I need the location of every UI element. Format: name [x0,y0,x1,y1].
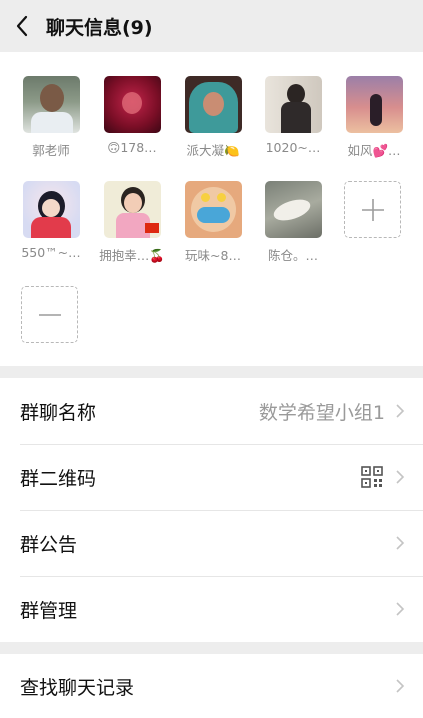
chevron-right-icon [396,470,405,484]
group-management-row[interactable]: 群管理 [0,576,423,642]
chevron-right-icon [396,404,405,418]
member-name: 玩味~8… [185,248,241,263]
back-button[interactable] [0,0,44,52]
avatar [22,76,80,133]
row-label: 群聊名称 [20,401,97,424]
row-label: 群二维码 [20,467,97,490]
member-item[interactable]: 拥抱幸…🍒 [99,181,165,271]
top-bar: 聊天信息(9) [0,0,423,52]
chevron-right-icon [396,679,405,693]
member-name: 陈仓。… [267,248,318,263]
member-name: 派大凝🍋 [186,143,240,158]
plus-icon [361,198,384,221]
avatar [184,76,242,133]
member-name: 🙃178… [107,140,157,155]
group-name-value: 数学希望小组1 [258,401,385,424]
member-name: 1020~… [265,140,321,155]
row-label: 群管理 [20,599,78,622]
member-name: 郭老师 [32,143,70,158]
avatar [345,76,403,133]
avatar [184,181,242,238]
minus-icon [38,313,61,316]
group-qr-code-row[interactable]: 群二维码 [0,444,423,510]
add-member-button[interactable] [344,181,401,238]
member-item[interactable]: 🙃178… [102,76,162,166]
member-item[interactable]: 陈仓。… [263,181,323,271]
row-label: 查找聊天记录 [20,676,135,699]
member-item[interactable]: 1020~… [263,76,323,166]
row-label: 群公告 [20,533,78,556]
avatar [264,76,322,133]
group-announcement-row[interactable]: 群公告 [0,510,423,576]
member-item[interactable]: 如风💕… [344,76,404,166]
avatar [103,76,161,133]
search-chat-history-row[interactable]: 查找聊天记录 [0,654,423,718]
avatar [22,181,80,238]
history-section: 查找聊天记录 [0,654,423,718]
member-item[interactable]: 郭老师 [21,76,81,166]
member-name: 拥抱幸…🍒 [99,248,165,263]
group-settings-list: 群聊名称 数学希望小组1 群二维码 群公告 群管理 [0,378,423,642]
page-title: 聊天信息(9) [46,16,153,39]
chevron-right-icon [396,536,405,550]
member-item[interactable]: 玩味~8… [183,181,243,271]
remove-member-button[interactable] [21,286,78,343]
qr-code-icon [361,466,383,488]
member-grid: 郭老师 🙃178… 派大凝🍋 1020~… 如风💕… 550™~… 拥抱幸…🍒 … [0,52,423,366]
member-name: 如风💕… [347,143,401,158]
avatar [103,181,161,238]
group-name-row[interactable]: 群聊名称 数学希望小组1 [0,378,423,444]
member-item[interactable]: 550™~… [21,181,81,271]
avatar [264,181,322,238]
member-item[interactable]: 派大凝🍋 [183,76,243,166]
chevron-left-icon [16,15,28,37]
member-name: 550™~… [21,245,81,260]
chevron-right-icon [396,602,405,616]
